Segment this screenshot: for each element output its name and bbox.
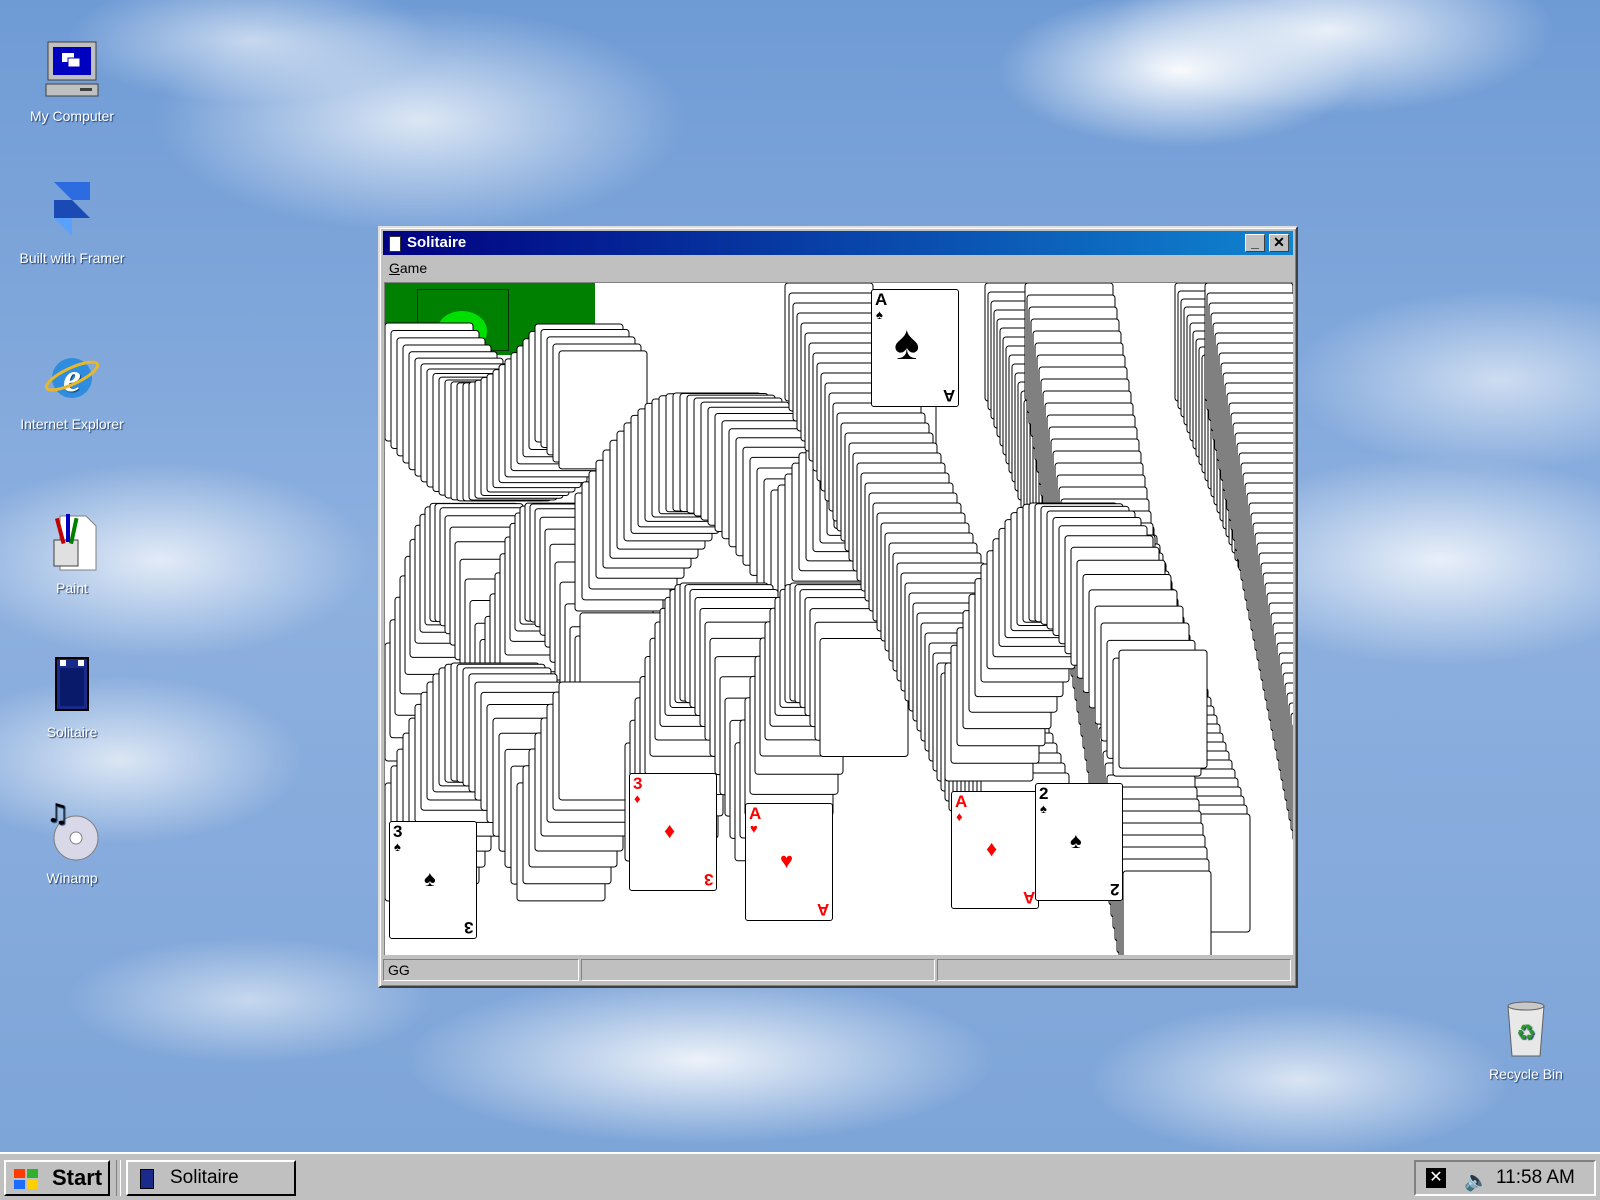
taskbar: Start Solitaire ✕ 🔈 11:58 AM	[0, 1152, 1600, 1200]
desktop-icon-paint[interactable]: Paint	[12, 510, 132, 599]
playing-card[interactable]: 3 ♦ ♦ 3	[629, 773, 717, 891]
paint-icon	[40, 510, 104, 574]
playing-card[interactable]: A ♥ ♥ A	[745, 803, 833, 921]
svg-text:♫: ♫	[46, 800, 69, 829]
playing-card[interactable]: 3 ♠ ♠ 3	[389, 821, 477, 939]
start-button[interactable]: Start	[4, 1160, 110, 1196]
status-time	[937, 959, 1291, 981]
minimize-button[interactable]: _	[1245, 234, 1265, 252]
menu-bar: Game	[383, 257, 1293, 279]
playing-card[interactable]: 2 ♠ ♠ 2	[1035, 783, 1123, 901]
desktop-icon-label: My Computer	[29, 108, 115, 124]
playing-card[interactable]: A ♠ ♠ A	[871, 289, 959, 407]
desktop-icon-label: Solitaire	[46, 724, 98, 740]
desktop-icon-label: Built with Framer	[19, 250, 125, 266]
taskbar-item-solitaire[interactable]: Solitaire	[126, 1160, 296, 1196]
desktop-icon-winamp[interactable]: ♫ Winamp	[12, 799, 132, 889]
desktop-icon-my-computer[interactable]: My Computer	[12, 38, 132, 127]
menu-game[interactable]: Game	[383, 260, 433, 276]
desktop-icon-label: Recycle Bin	[1489, 1066, 1563, 1082]
card-trail	[1118, 649, 1208, 769]
winamp-cd-icon: ♫	[40, 799, 104, 864]
start-label: Start	[52, 1165, 103, 1190]
desktop-icon-label: Internet Explorer	[20, 416, 124, 432]
title-bar[interactable]: Solitaire _ ✕	[383, 231, 1293, 255]
close-button[interactable]: ✕	[1269, 234, 1289, 252]
game-board[interactable]: A ♠ ♠ A 3 ♠ ♠ 3 3 ♦ ♦ 3 A ♥ ♥ A A ♦ ♦ A 2 ♠ ♠ 2	[384, 282, 1293, 955]
card-cascade	[385, 283, 1293, 955]
recycle-bin-icon: ♻	[1494, 996, 1558, 1060]
speaker-icon[interactable]: 🔈	[1464, 1165, 1489, 1197]
status-bar: GG	[383, 957, 1293, 983]
svg-text:♻: ♻	[1516, 1021, 1536, 1046]
desktop-icon-recycle-bin[interactable]: ♻ Recycle Bin	[1466, 996, 1586, 1085]
taskbar-divider	[116, 1160, 121, 1196]
desktop-icon-label: Winamp	[46, 870, 98, 886]
desktop-icon-framer[interactable]: Built with Framer	[12, 180, 132, 269]
desktop-icon-label: Paint	[56, 580, 88, 596]
card-trail	[1122, 870, 1212, 955]
solitaire-app-icon	[389, 236, 401, 252]
taskbar-item-label: Solitaire	[170, 1167, 239, 1188]
close-x-tray-icon[interactable]: ✕	[1426, 1168, 1446, 1188]
svg-text:e: e	[63, 355, 81, 400]
desktop-icon-internet-explorer[interactable]: e Internet Explorer	[12, 346, 132, 435]
desktop-icon-solitaire[interactable]: Solitaire	[12, 654, 132, 743]
solitaire-icon	[40, 654, 104, 718]
clock: 11:58 AM	[1496, 1167, 1575, 1188]
status-score: GG	[383, 959, 579, 981]
computer-icon	[40, 38, 104, 102]
system-tray: ✕ 🔈 11:58 AM	[1414, 1160, 1596, 1196]
solitaire-window[interactable]: Solitaire _ ✕ Game A ♠ ♠ A 3 ♠ ♠ 3 3 ♦ ♦ 3 A ♥ ♥ A A ♦ ♦ A 2…	[378, 226, 1298, 988]
playing-card[interactable]: A ♦ ♦ A	[951, 791, 1039, 909]
framer-icon	[40, 180, 104, 244]
solitaire-small-icon	[140, 1169, 154, 1189]
window-title: Solitaire	[407, 234, 467, 251]
windows-logo-icon	[12, 1167, 40, 1191]
internet-explorer-icon: e	[40, 346, 104, 410]
status-middle	[581, 959, 935, 981]
